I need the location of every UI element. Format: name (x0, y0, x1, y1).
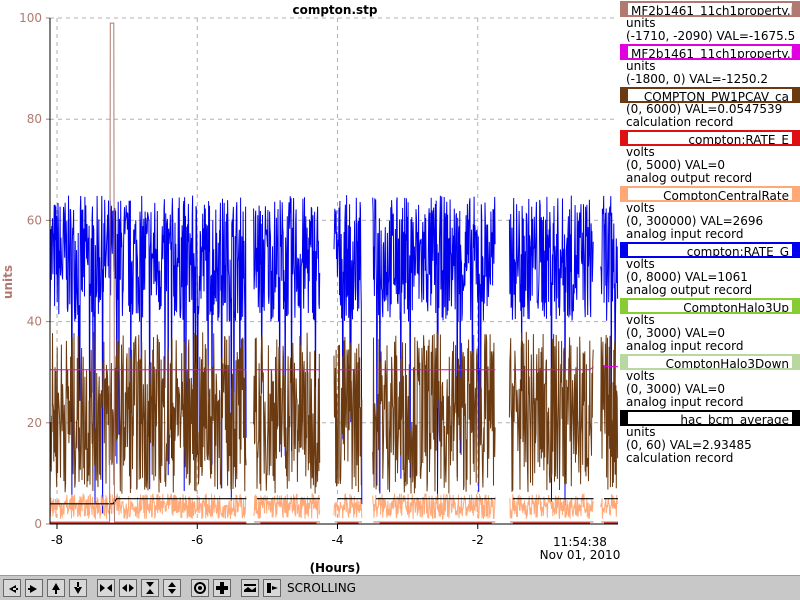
compress-vertical-icon (146, 582, 154, 594)
y-tick-label: 20 (27, 416, 42, 430)
legend-entry: hac_bcm_average units (0, 60) VAL=2.93485 c… (620, 410, 800, 465)
arrow-up-button[interactable] (47, 579, 65, 597)
arrow-right-icon (28, 585, 37, 593)
arrow-right-button[interactable] (25, 579, 43, 597)
legend-detail: analog input record (626, 339, 744, 353)
legend-series-name[interactable]: MF2b1461_11ch1property.E (620, 44, 800, 60)
y-tick-label: 0 (34, 517, 42, 531)
legend-detail: calculation record (626, 451, 734, 465)
compress-horizontal-icon (122, 584, 134, 592)
legend-entry: ComptonHalo3Down volts (0, 3000) VAL=0 anal… (620, 354, 800, 409)
y-tick-label: 40 (27, 315, 42, 329)
legend-series-name[interactable]: compton:RATE_G (620, 242, 800, 258)
fit-button[interactable] (241, 579, 259, 597)
expand-horizontal-icon (100, 584, 112, 592)
arrow-down-icon (74, 582, 82, 594)
x-tick-label: -6 (191, 533, 203, 547)
legend-detail: analog input record (626, 227, 744, 241)
arrow-left-icon (9, 585, 18, 593)
legend-series-name[interactable]: MF2b1461_11ch1property.F (620, 1, 800, 17)
x-tick-label: -8 (51, 533, 63, 547)
arrow-down-button[interactable] (69, 579, 87, 597)
legend-entry: compton:RATE_E volts (0, 5000) VAL=0 analog… (620, 130, 800, 185)
legend-series-name[interactable]: compton:RATE_E (620, 130, 800, 146)
fit-icon (244, 584, 256, 592)
chart-title: compton.stp (292, 3, 377, 17)
y-tick-label: 80 (27, 112, 42, 126)
toolbar: SCROLLING (0, 575, 800, 600)
expand-vertical-button[interactable] (163, 579, 181, 597)
legend-series-name[interactable]: COMPTON_PW1PCAV_ca (620, 87, 800, 103)
legend-detail: (-1710, -2090) VAL=-1675.5 (626, 29, 796, 43)
legend: MF2b1461_11ch1property.F units (-1710, -20… (620, 0, 800, 470)
legend-series-name[interactable]: ComptonHalo3Down (620, 354, 800, 370)
legend-entry: MF2b1461_11ch1property.F units (-1710, -20… (620, 1, 800, 43)
legend-detail: analog output record (626, 283, 753, 297)
arrow-left-button[interactable] (3, 579, 21, 597)
legend-entry: COMPTON_PW1PCAV_ca (0, 6000) VAL=0.054753… (620, 87, 800, 129)
date-label: Nov 01, 2010 (540, 548, 620, 562)
legend-entry: MF2b1461_11ch1property.E units (-1800, 0) … (620, 44, 800, 86)
x-axis-label: (Hours) (310, 561, 361, 575)
legend-series-name[interactable]: hac_bcm_average (620, 410, 800, 426)
legend-entry: compton:RATE_G volts (0, 8000) VAL=1061 ana… (620, 242, 800, 297)
legend-detail: calculation record (626, 115, 734, 129)
expand-horizontal-button[interactable] (97, 579, 115, 597)
export-button[interactable] (263, 579, 281, 597)
legend-detail: analog output record (626, 171, 753, 185)
legend-entry: ComptonHalo3Up volts (0, 3000) VAL=0 analog… (620, 298, 800, 353)
arrow-up-icon (52, 583, 60, 594)
y-tick-label: 60 (27, 213, 42, 227)
status-text: SCROLLING (287, 581, 356, 595)
chart-plot: compton.stp -8 -6 -4 -2 0 20 40 60 80 100 units (… (1, 3, 620, 575)
y-tick-label: 100 (19, 11, 42, 25)
time-label: 11:54:38 (553, 535, 607, 549)
compress-horizontal-button[interactable] (119, 579, 137, 597)
record-button[interactable] (191, 579, 209, 597)
export-icon (267, 583, 278, 593)
x-tick-label: -2 (472, 533, 484, 547)
legend-entry: ComptonCentralRate volts (0, 300000) VAL=2… (620, 186, 800, 241)
record-icon (194, 582, 206, 594)
x-tick-label: -4 (332, 533, 344, 547)
legend-series-name[interactable]: ComptonCentralRate (620, 186, 800, 202)
legend-detail: analog input record (626, 395, 744, 409)
add-button[interactable] (213, 579, 231, 597)
compress-vertical-button[interactable] (141, 579, 159, 597)
legend-series-name[interactable]: ComptonHalo3Up (620, 298, 800, 314)
add-icon (216, 582, 228, 594)
expand-vertical-icon (168, 582, 176, 594)
legend-detail: (-1800, 0) VAL=-1250.2 (626, 72, 769, 86)
y-axis-label: units (1, 265, 15, 299)
